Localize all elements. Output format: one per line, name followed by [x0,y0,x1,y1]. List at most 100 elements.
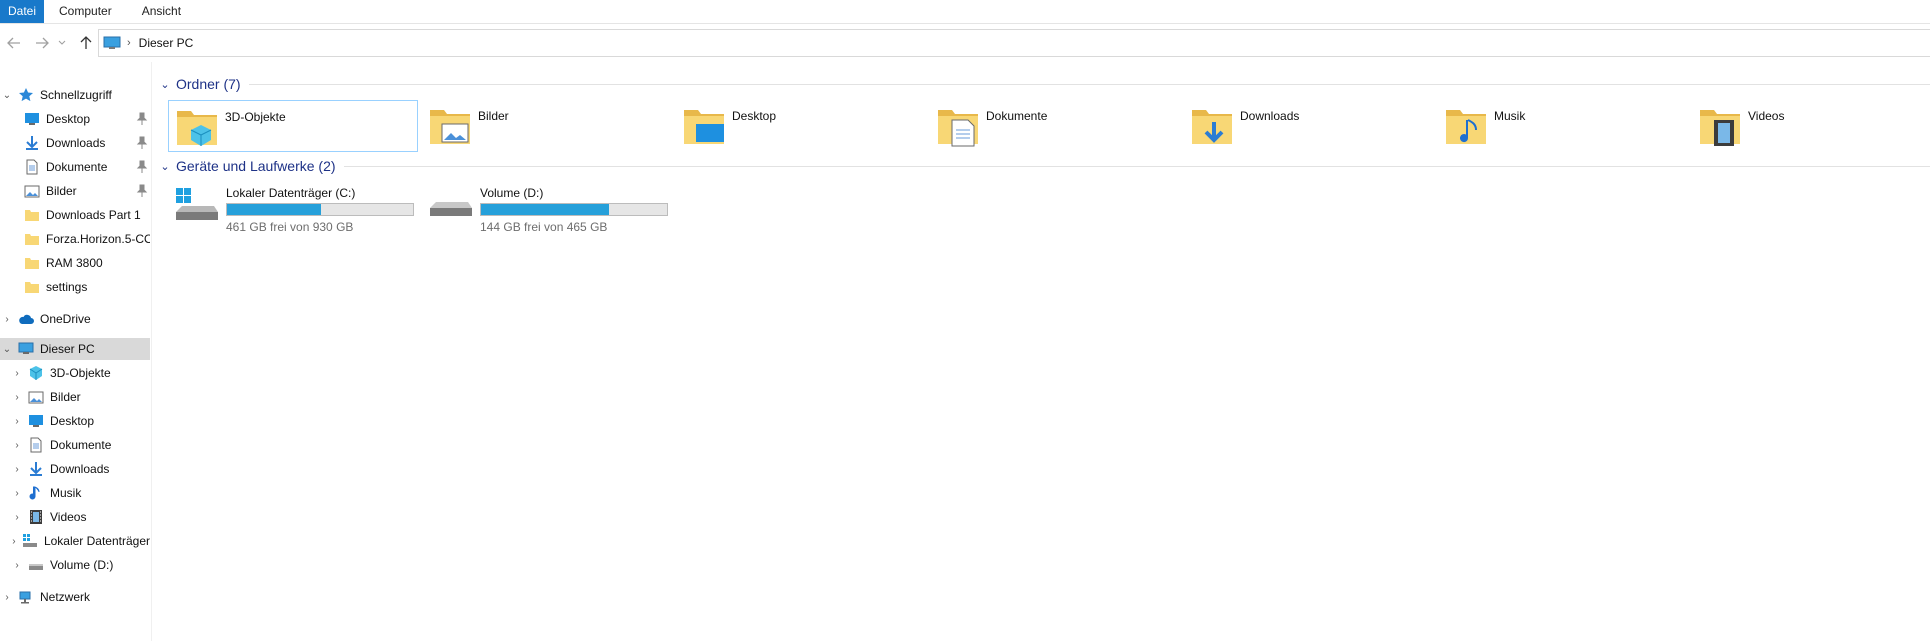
this-pc-icon [103,36,121,49]
breadcrumb-separator-icon: › [127,37,131,49]
drive-name: Lokaler Datenträger (C:) [226,186,356,200]
sidebar-item-desktop[interactable]: Desktop [0,108,150,130]
chevron-right-icon[interactable]: › [12,464,22,475]
sidebar-item-pc-pictures[interactable]: › Bilder [0,386,150,408]
chevron-right-icon[interactable]: › [12,536,16,547]
sidebar-item-documents[interactable]: Dokumente [0,156,150,178]
documents-folder-icon [938,110,978,147]
folder-tile-3d-objects[interactable]: 3D-Objekte [168,100,418,152]
tab-computer[interactable]: Computer [44,0,127,23]
sidebar-item-pc-volume-d[interactable]: › Volume (D:) [0,554,150,576]
chevron-right-icon[interactable]: › [2,314,12,325]
music-icon [29,486,40,500]
folder-name: Desktop [732,109,777,123]
sidebar-item-label: Bilder [50,390,81,404]
sidebar-item-network[interactable]: › Netzwerk [0,586,150,608]
sidebar-item-label: Downloads [46,136,106,150]
sidebar-item-label: Bilder [46,184,77,198]
address-bar[interactable]: › Dieser PC [98,29,1930,57]
network-icon [19,591,31,604]
folder-tile-downloads[interactable]: Downloads [1184,100,1434,152]
chevron-right-icon[interactable]: › [12,368,22,379]
sidebar-item-onedrive[interactable]: › OneDrive [0,308,150,330]
sidebar-item-ram-3800[interactable]: RAM 3800 [0,252,150,274]
folder-name: Downloads [1240,109,1300,123]
chevron-down-icon[interactable]: ⌄ [158,78,172,91]
folder-icon [25,210,39,221]
folder-tile-desktop[interactable]: Desktop [676,100,926,152]
sidebar-item-quick-access[interactable]: ⌄ Schnellzugriff [0,84,150,106]
chevron-right-icon[interactable]: › [12,440,22,451]
ribbon-tabs: Datei Computer Ansicht [0,0,1930,24]
sidebar-item-downloads-part-1[interactable]: Downloads Part 1 [0,204,150,226]
sidebar-item-label: Desktop [46,112,91,126]
pin-icon[interactable] [136,112,148,126]
folder-tile-videos[interactable]: Videos [1692,100,1930,152]
pin-icon[interactable] [136,184,148,198]
drive-tile-d[interactable]: Volume (D:) 144 GB frei von 465 GB [422,182,672,234]
forward-arrow-icon[interactable] [32,33,52,53]
folder-tile-documents[interactable]: Dokumente [930,100,1180,152]
pin-icon[interactable] [136,136,148,150]
sidebar-item-settings[interactable]: settings [0,276,150,298]
navigation-pane: ⌄ Schnellzugriff Desktop Downloads Dokum… [0,62,152,641]
folder-tile-pictures[interactable]: Bilder [422,100,672,152]
chevron-down-icon[interactable]: ⌄ [2,344,12,355]
folder-name: Videos [1748,109,1785,123]
sidebar-item-3d-objects[interactable]: › 3D-Objekte [0,362,150,384]
group-title: Geräte und Laufwerke (2) [176,158,336,174]
sidebar-item-label: Dieser PC [40,342,95,356]
drive-tile-c[interactable]: Lokaler Datenträger (C:) 461 GB frei von… [168,182,418,234]
this-pc-icon [18,342,34,354]
tab-datei[interactable]: Datei [0,0,45,23]
sidebar-item-pc-downloads[interactable]: › Downloads [0,458,150,480]
chevron-right-icon[interactable]: › [12,488,22,499]
sidebar-item-pc-videos[interactable]: › Videos [0,506,150,528]
chevron-right-icon[interactable]: › [12,392,22,403]
sidebar-item-label: Dokumente [46,160,108,174]
folder-icon [25,234,39,245]
sidebar-item-pc-documents[interactable]: › Dokumente [0,434,150,456]
group-header-drives[interactable]: ⌄ Geräte und Laufwerke (2) [158,156,1930,176]
pictures-folder-icon [430,110,470,144]
group-title: Ordner (7) [176,76,241,92]
up-arrow-icon[interactable] [76,33,96,53]
drive-usage-bar [226,203,414,216]
pictures-icon [24,185,40,198]
sidebar-item-label: Musik [50,486,82,500]
folder-icon [25,282,39,293]
sidebar-item-pictures[interactable]: Bilder [0,180,150,202]
recent-dropdown-icon[interactable] [56,33,68,53]
group-header-folders[interactable]: ⌄ Ordner (7) [158,74,1930,94]
sidebar-item-label: Lokaler Datenträger [43,534,150,548]
back-arrow-icon[interactable] [4,33,24,53]
chevron-right-icon[interactable]: › [12,512,22,523]
chevron-down-icon[interactable]: ⌄ [2,90,12,101]
sidebar-item-pc-music[interactable]: › Musik [0,482,150,504]
sidebar-item-this-pc[interactable]: ⌄ Dieser PC [0,338,150,360]
group-divider [248,83,1930,85]
pin-icon[interactable] [136,160,148,174]
chevron-down-icon[interactable]: ⌄ [158,160,172,173]
music-folder-icon [1446,110,1486,144]
drive-usage-bar [480,203,668,216]
system-drive-icon [22,534,37,547]
sidebar-item-label: Volume (D:) [50,558,114,572]
chevron-right-icon[interactable]: › [2,592,12,603]
downloads-icon [30,462,42,476]
tab-ansicht[interactable]: Ansicht [127,0,196,23]
chevron-right-icon[interactable]: › [12,416,22,427]
breadcrumb-this-pc[interactable]: Dieser PC [139,36,194,50]
chevron-right-icon[interactable]: › [12,560,22,571]
folder-tile-music[interactable]: Musik [1438,100,1688,152]
drive-free-space: 461 GB frei von 930 GB [226,220,354,234]
downloads-folder-icon [1192,110,1232,144]
group-divider [343,165,1930,167]
sidebar-item-pc-local-disk[interactable]: › Lokaler Datenträger [0,530,150,552]
sidebar-item-pc-desktop[interactable]: › Desktop [0,410,150,432]
folder-name: 3D-Objekte [225,110,286,124]
drive-name: Volume (D:) [480,186,544,200]
sidebar-item-forza-horizon[interactable]: Forza.Horizon.5-CO [0,228,150,250]
desktop-icon [29,415,43,427]
sidebar-item-downloads[interactable]: Downloads [0,132,150,154]
